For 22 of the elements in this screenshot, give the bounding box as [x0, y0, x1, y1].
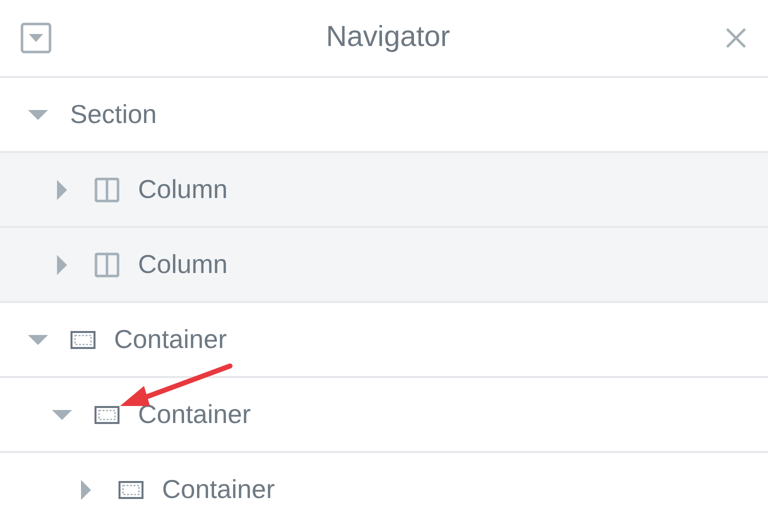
caret-down-icon[interactable] — [51, 408, 73, 420]
close-icon[interactable] — [724, 26, 748, 50]
columns-icon — [94, 176, 120, 202]
element-label: Column — [138, 173, 228, 206]
dashed-box-icon — [70, 330, 96, 350]
collapse-all-icon[interactable] — [20, 22, 52, 54]
tree-row[interactable]: Column — [0, 153, 768, 228]
dashed-box-icon — [118, 480, 144, 500]
caret-down-icon[interactable] — [27, 108, 49, 120]
dashed-box-icon — [94, 404, 120, 424]
caret-down-icon[interactable] — [27, 334, 49, 346]
element-label: Section — [70, 98, 157, 131]
caret-right-icon[interactable] — [56, 178, 68, 200]
panel-title: Navigator — [326, 20, 450, 56]
element-label: Container — [138, 398, 251, 431]
tree-row[interactable]: Column — [0, 228, 768, 303]
element-label: Container — [162, 473, 275, 506]
element-label: Container — [114, 323, 227, 356]
caret-right-icon[interactable] — [56, 254, 68, 276]
element-label: Column — [138, 248, 228, 281]
columns-icon — [94, 252, 120, 278]
caret-right-icon[interactable] — [80, 478, 92, 500]
